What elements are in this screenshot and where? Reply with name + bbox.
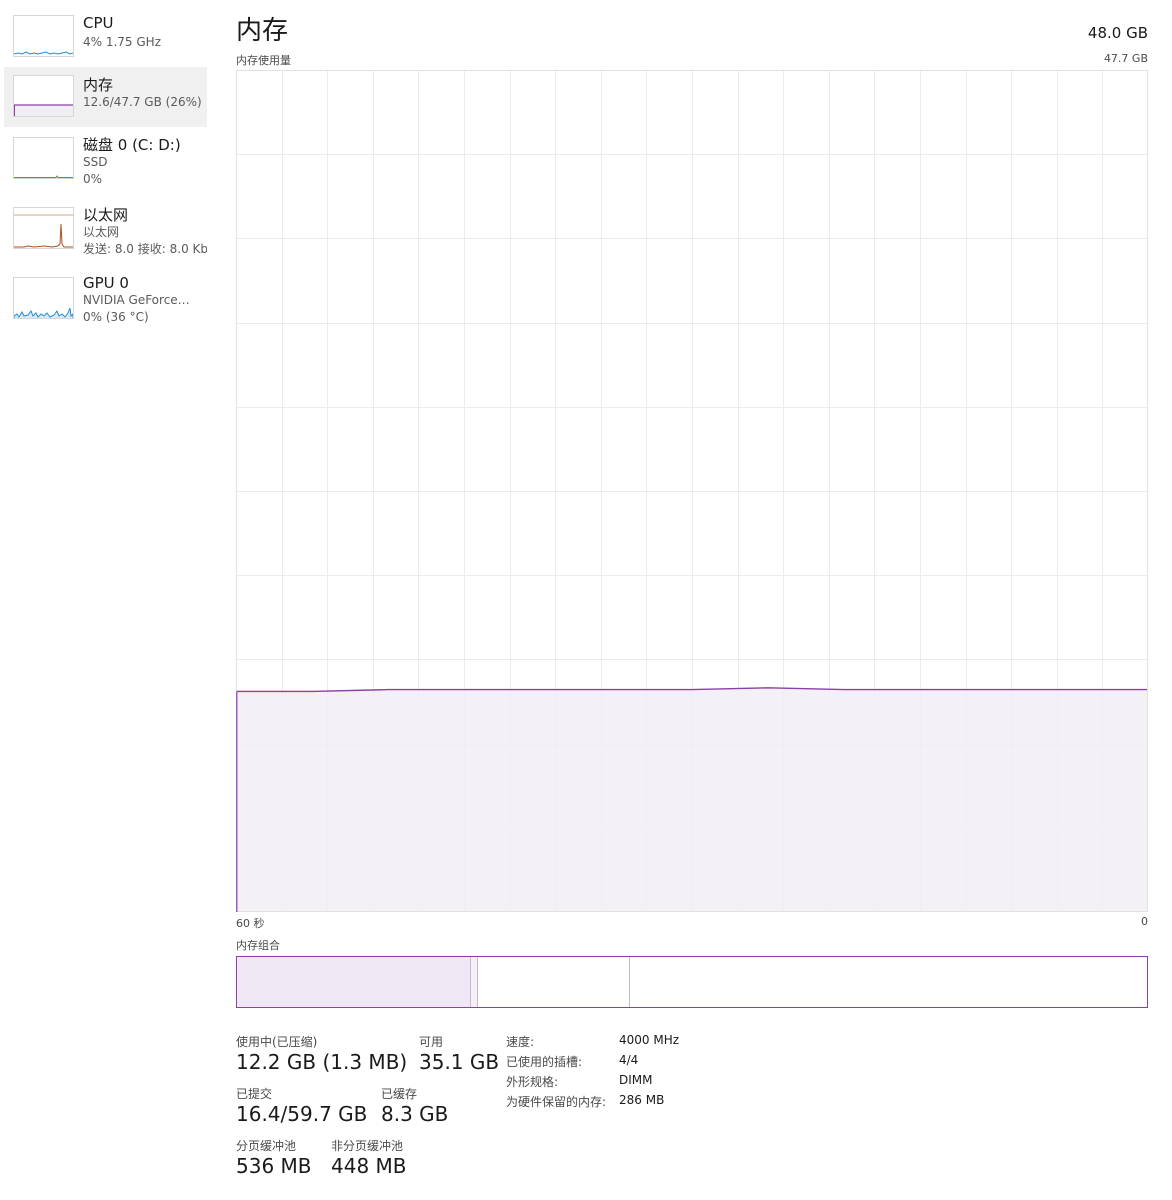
composition-standby[interactable] bbox=[478, 957, 630, 1007]
sidebar-item-detail: 0% bbox=[83, 172, 103, 186]
sidebar-item-title: 以太网 bbox=[83, 206, 129, 224]
sidebar-item-subtitle: SSD bbox=[83, 155, 108, 169]
sidebar-item-subtitle: NVIDIA GeForce… bbox=[83, 293, 190, 307]
in-use-value: 12.2 GB (1.3 MB) bbox=[236, 1050, 408, 1074]
nonpaged-pool-value: 448 MB bbox=[331, 1154, 407, 1178]
committed-label: 已提交 bbox=[236, 1087, 273, 1101]
memory-usage-label: 内存使用量 bbox=[236, 54, 291, 67]
paged-pool-label: 分页缓冲池 bbox=[236, 1139, 297, 1153]
ethernet-thumbnail-graph bbox=[13, 207, 74, 249]
composition-modified[interactable] bbox=[471, 957, 478, 1007]
cached-label: 已缓存 bbox=[381, 1087, 418, 1101]
chart-area-fill bbox=[236, 687, 1148, 912]
form-factor-label: 外形规格: bbox=[506, 1075, 559, 1089]
sidebar-item-cpu[interactable]: CPU 4% 1.75 GHz bbox=[4, 7, 207, 67]
x-axis-label-right: 0 bbox=[1141, 915, 1148, 928]
hardware-reserved-value: 286 MB bbox=[619, 1093, 665, 1107]
in-use-label: 使用中(已压缩) bbox=[236, 1035, 318, 1049]
sidebar-item-disk[interactable]: 磁盘 0 (C: D:) SSD 0% bbox=[4, 127, 207, 187]
form-factor-value: DIMM bbox=[619, 1073, 653, 1087]
cached-value: 8.3 GB bbox=[381, 1102, 449, 1126]
memory-usage-chart bbox=[236, 70, 1148, 912]
slots-used-value: 4/4 bbox=[619, 1053, 639, 1067]
cpu-thumbnail-graph bbox=[13, 15, 74, 57]
x-axis-label-left: 60 秒 bbox=[236, 917, 265, 930]
sidebar-item-title: 磁盘 0 (C: D:) bbox=[83, 136, 181, 154]
memory-panel: 内存 48.0 GB 内存使用量 47.7 GB 60 秒 0 内存组合 使用中… bbox=[236, 0, 1148, 1200]
available-value: 35.1 GB bbox=[419, 1050, 500, 1074]
sidebar-item-subtitle: 12.6/47.7 GB (26%) bbox=[83, 95, 202, 109]
paged-pool-value: 536 MB bbox=[236, 1154, 312, 1178]
sidebar-item-ethernet[interactable]: 以太网 以太网 发送: 8.0 接收: 8.0 Kbps bbox=[4, 197, 207, 257]
sidebar-item-memory[interactable]: 内存 12.6/47.7 GB (26%) bbox=[4, 67, 207, 127]
committed-value: 16.4/59.7 GB bbox=[236, 1102, 368, 1126]
memory-composition-label: 内存组合 bbox=[236, 939, 280, 952]
page-title: 内存 bbox=[236, 16, 289, 46]
available-label: 可用 bbox=[419, 1035, 444, 1049]
sidebar-item-detail: 发送: 8.0 接收: 8.0 Kbps bbox=[83, 242, 207, 256]
total-memory: 48.0 GB bbox=[1087, 24, 1148, 42]
memory-thumbnail-graph bbox=[13, 75, 74, 117]
sidebar-item-detail: 0% (36 °C) bbox=[83, 310, 149, 324]
disk-thumbnail-graph bbox=[13, 137, 74, 179]
sidebar-item-subtitle: 4% 1.75 GHz bbox=[83, 35, 162, 49]
sidebar-item-gpu[interactable]: GPU 0 NVIDIA GeForce… 0% (36 °C) bbox=[4, 267, 207, 327]
sidebar-item-title: CPU bbox=[83, 14, 114, 32]
sidebar-item-title: GPU 0 bbox=[83, 274, 129, 292]
nonpaged-pool-label: 非分页缓冲池 bbox=[331, 1139, 404, 1153]
composition-in-use[interactable] bbox=[237, 957, 471, 1007]
slots-used-label: 已使用的插槽: bbox=[506, 1055, 583, 1069]
sidebar: CPU 4% 1.75 GHz 内存 12.6/47.7 GB (26%) 磁盘… bbox=[0, 0, 210, 1200]
memory-composition-bar[interactable] bbox=[236, 956, 1148, 1008]
gpu-thumbnail-graph bbox=[13, 277, 74, 319]
sidebar-item-title: 内存 bbox=[83, 76, 114, 94]
speed-value: 4000 MHz bbox=[619, 1033, 680, 1047]
hardware-reserved-label: 为硬件保留的内存: bbox=[506, 1095, 607, 1109]
memory-usage-max: 47.7 GB bbox=[1103, 52, 1148, 65]
speed-label: 速度: bbox=[506, 1035, 535, 1049]
sidebar-item-subtitle: 以太网 bbox=[83, 225, 120, 239]
